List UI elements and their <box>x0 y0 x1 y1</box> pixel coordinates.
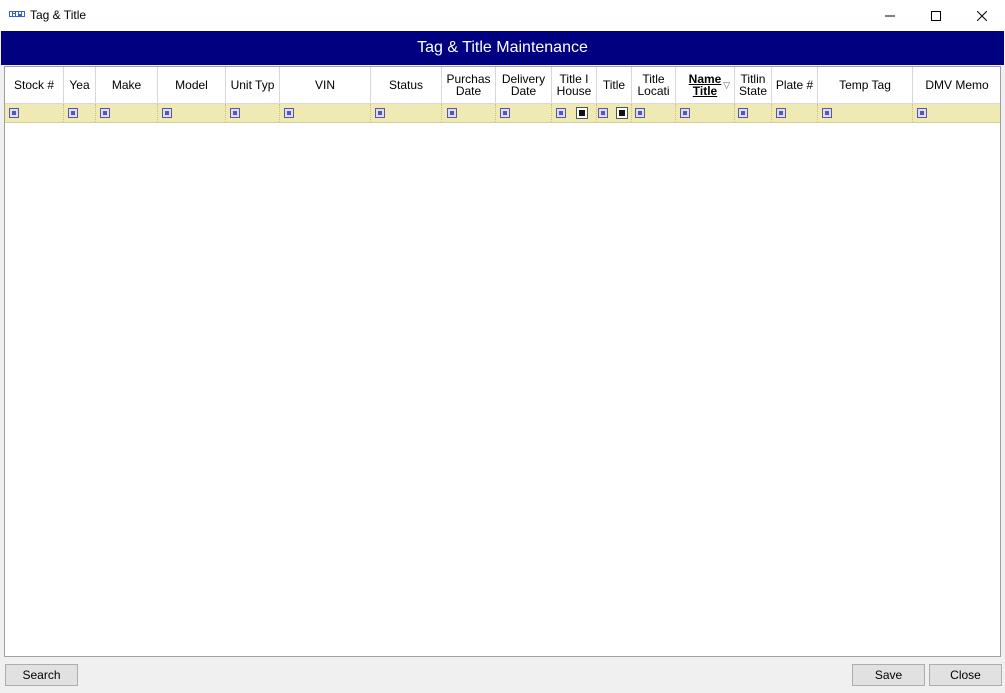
banner-title: Tag & Title Maintenance <box>417 39 588 56</box>
column-header-label: Make <box>111 78 142 92</box>
column-header[interactable]: Make <box>96 67 158 104</box>
filter-operator-icon[interactable] <box>598 108 608 118</box>
column-header[interactable]: Purchas Date <box>442 67 496 104</box>
filter-checkbox[interactable] <box>576 107 588 119</box>
filter-operator-icon[interactable] <box>162 108 172 118</box>
column-header[interactable]: Title Locati <box>632 67 676 104</box>
filter-operator-icon[interactable] <box>284 108 294 118</box>
minimize-button[interactable] <box>867 0 913 31</box>
filter-operator-icon[interactable] <box>776 108 786 118</box>
column-header-label: Model <box>175 78 208 92</box>
column-header-label: Temp Tag <box>839 78 891 92</box>
column-header-label: Purchas Date <box>446 72 491 98</box>
filter-cell[interactable] <box>818 104 913 122</box>
column-header[interactable]: Titlin State <box>735 67 772 104</box>
close-icon <box>977 10 987 21</box>
close-window-button[interactable] <box>959 0 1005 31</box>
column-header-label: Status <box>388 78 424 92</box>
column-header-label: Title I House <box>556 72 592 98</box>
filter-operator-icon[interactable] <box>500 108 510 118</box>
filter-operator-icon[interactable] <box>738 108 748 118</box>
column-header[interactable]: Title I House <box>552 67 597 104</box>
column-header[interactable]: VIN <box>280 67 371 104</box>
page-banner: Tag & Title Maintenance <box>1 31 1004 65</box>
grid-filter-row <box>5 104 1000 123</box>
filter-operator-icon[interactable] <box>635 108 645 118</box>
close-button[interactable]: Close <box>929 664 1002 686</box>
window-title: Tag & Title <box>30 8 87 22</box>
column-header[interactable]: Delivery Date <box>496 67 552 104</box>
column-header-label: Title <box>602 78 626 92</box>
filter-operator-icon[interactable] <box>375 108 385 118</box>
maximize-icon <box>931 10 941 21</box>
filter-operator-icon[interactable] <box>230 108 240 118</box>
filter-operator-icon[interactable] <box>680 108 690 118</box>
column-header[interactable]: Plate # <box>772 67 818 104</box>
column-header[interactable]: Title <box>597 67 632 104</box>
filter-operator-icon[interactable] <box>556 108 566 118</box>
column-header[interactable]: Temp Tag <box>818 67 913 104</box>
filter-checkbox[interactable] <box>616 107 628 119</box>
minimize-icon <box>885 15 895 16</box>
window-titlebar: Tag & Title <box>0 0 1005 31</box>
column-header-label: Name Title <box>688 72 722 98</box>
filter-operator-icon[interactable] <box>9 108 19 118</box>
column-header-label: Yea <box>69 78 90 92</box>
app-logo-icon <box>9 11 25 17</box>
column-header-label: DMV Memo <box>925 78 989 92</box>
column-header-label: Titlin State <box>738 72 768 98</box>
column-header[interactable]: Yea <box>64 67 96 104</box>
column-header-label: Stock # <box>13 78 55 92</box>
filter-operator-icon[interactable] <box>917 108 927 118</box>
filter-operator-icon[interactable] <box>447 108 457 118</box>
filter-operator-icon[interactable] <box>822 108 832 118</box>
filter-operator-icon[interactable] <box>68 108 78 118</box>
column-header-label: VIN <box>314 78 335 92</box>
maximize-button[interactable] <box>913 0 959 31</box>
column-header-label: Unit Typ <box>230 78 275 92</box>
filter-operator-icon[interactable] <box>100 108 110 118</box>
column-header[interactable]: Model <box>158 67 226 104</box>
column-header[interactable]: Stock # <box>5 67 64 104</box>
column-header[interactable]: Name Title ▽ <box>676 67 735 104</box>
sort-descending-icon: ▽ <box>723 80 730 90</box>
column-header[interactable]: Status <box>371 67 442 104</box>
column-header[interactable]: Unit Typ <box>226 67 280 104</box>
column-header-label: Title Locati <box>637 72 670 98</box>
column-header[interactable]: DMV Memo <box>913 67 1000 104</box>
tag-title-grid[interactable]: Stock # Yea Make Model Unit Typ VIN Status Purc… <box>4 66 1001 657</box>
column-header-label: Plate # <box>775 78 814 92</box>
save-button[interactable]: Save <box>852 664 925 686</box>
search-button[interactable]: Search <box>5 664 78 686</box>
column-header-label: Delivery Date <box>501 72 546 98</box>
